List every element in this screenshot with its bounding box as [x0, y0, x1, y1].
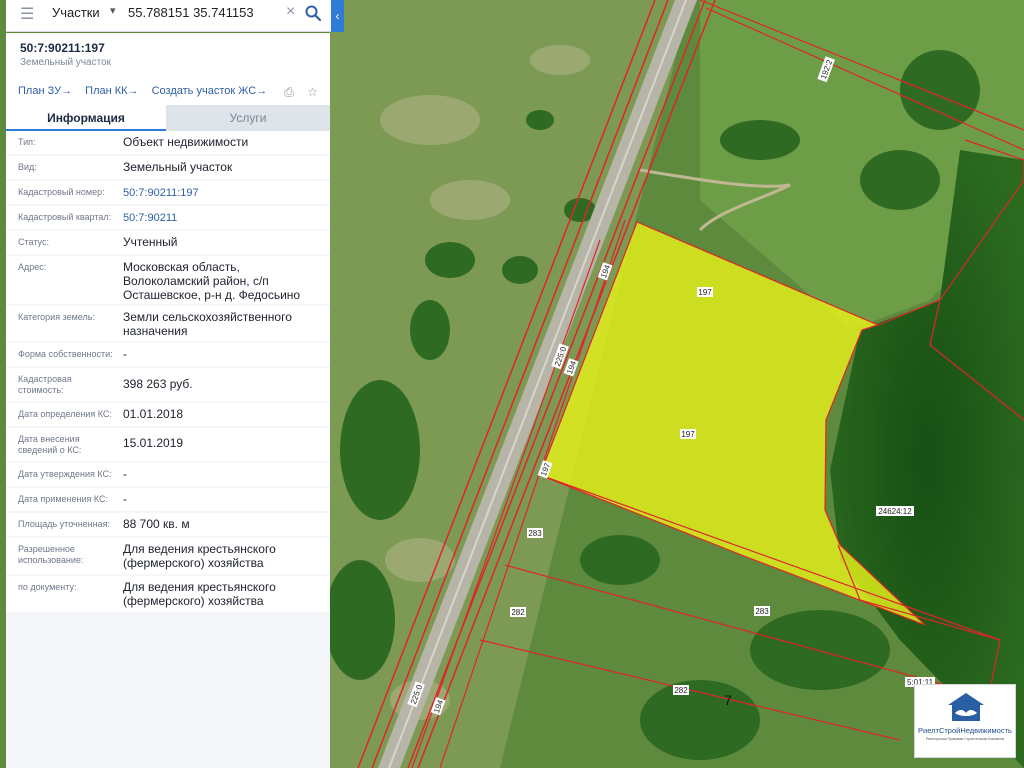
- info-row-date-determined: Дата определения КС: 01.01.2018: [6, 403, 330, 426]
- row-label: Тип:: [18, 137, 36, 147]
- search-bar: ☰ Участки ▾ ×: [6, 0, 342, 32]
- row-label: по документу:: [18, 582, 77, 592]
- star-icon[interactable]: ☆: [307, 85, 318, 99]
- row-value: 398 263 руб.: [123, 377, 193, 391]
- row-value: -: [123, 467, 127, 481]
- row-value: Земельный участок: [123, 160, 233, 174]
- row-label: Вид:: [18, 162, 37, 172]
- tab-info[interactable]: Информация: [6, 105, 166, 131]
- header-icons: ⎙ ☆: [274, 85, 318, 100]
- hamburger-icon[interactable]: ☰: [20, 5, 34, 25]
- info-row-address: Адрес: Московская область, Волоколамский…: [6, 256, 330, 304]
- row-value: Учтенный: [123, 235, 178, 249]
- block-number: 7: [724, 692, 732, 708]
- object-type-subtitle: Земельный участок: [20, 57, 112, 68]
- info-row-type: Тип: Объект недвижимости: [6, 131, 330, 154]
- row-label: Дата внесения сведений о КС:: [18, 434, 82, 455]
- info-row-status: Статус: Учтенный: [6, 231, 330, 254]
- link-plan-zu[interactable]: План ЗУ→: [18, 85, 72, 97]
- logo-name: РиелтСтройНедвижимость: [918, 726, 1012, 735]
- info-row-area: Площадь уточненная: 88 700 кв. м: [6, 513, 330, 536]
- parcel-label: 24624:12: [878, 507, 912, 516]
- chevron-left-icon[interactable]: ‹: [331, 0, 344, 32]
- logo-tagline: Риелторская Правовая Строительная Компан…: [925, 737, 1005, 741]
- parcel-label: 283: [528, 529, 542, 538]
- row-label: Дата утверждения КС:: [18, 469, 112, 479]
- info-row-permitted-use: Разрешенное использование: Для ведения к…: [6, 538, 330, 574]
- row-label: Кадастровый квартал:: [18, 212, 112, 222]
- row-label: Разрешенное использование:: [18, 544, 84, 565]
- layer-select[interactable]: Участки: [52, 5, 100, 21]
- row-value: Объект недвижимости: [123, 135, 249, 149]
- row-value: -: [123, 492, 127, 506]
- row-value: Земли сельскохозяйственного назначения: [123, 310, 292, 338]
- link-create-parcel[interactable]: Создать участок ЖС→: [152, 85, 268, 97]
- info-row-kind: Вид: Земельный участок: [6, 156, 330, 179]
- parcel-label: 282: [511, 608, 525, 617]
- row-value: Для ведения крестьянского (фермерского) …: [123, 580, 276, 608]
- panel-header: 50:7:90211:197 Земельный участок План ЗУ…: [6, 33, 330, 105]
- row-value: Для ведения крестьянского (фермерского) …: [123, 542, 276, 570]
- cad-number-link[interactable]: 50:7:90211:197: [123, 186, 323, 200]
- info-table: Тип: Объект недвижимости Вид: Земельный …: [6, 131, 330, 612]
- row-label: Кадастровый номер:: [18, 187, 105, 197]
- cadastral-number-title: 50:7:90211:197: [20, 41, 105, 55]
- info-row-cad-quarter: Кадастровый квартал: 50:7:90211: [6, 206, 330, 229]
- parcel-label: 282: [674, 686, 688, 695]
- link-plan-kk[interactable]: План КК→: [85, 85, 138, 97]
- row-value: Московская область, Волоколамский район,…: [123, 260, 301, 302]
- action-links: План ЗУ→ План КК→ Создать участок ЖС→: [18, 85, 277, 97]
- row-value: 15.01.2019: [123, 436, 184, 450]
- info-row-date-entered: Дата внесения сведений о КС: 15.01.2019: [6, 428, 330, 461]
- info-row-date-approved: Дата утверждения КС: -: [6, 463, 330, 486]
- tab-bar: Информация Услуги: [6, 105, 330, 131]
- row-label: Дата определения КС:: [18, 409, 112, 419]
- info-row-date-applied: Дата применения КС: -: [6, 488, 330, 511]
- row-label: Форма собственности:: [18, 349, 113, 359]
- house-handshake-icon: [948, 693, 984, 721]
- info-row-cad-number: Кадастровый номер: 50:7:90211:197: [6, 181, 330, 204]
- info-row-land-category: Категория земель: Земли сельскохозяйстве…: [6, 306, 330, 341]
- row-value: 88 700 кв. м: [123, 517, 190, 531]
- cad-quarter-link[interactable]: 50:7:90211: [123, 211, 323, 225]
- parcel-label: 197: [681, 430, 695, 439]
- row-label: Дата применения КС:: [18, 494, 109, 504]
- chevron-down-icon[interactable]: ▾: [110, 4, 116, 17]
- info-row-by-document: по документу: Для ведения крестьянского …: [6, 576, 330, 612]
- row-label: Площадь уточненная:: [18, 519, 110, 529]
- search-input[interactable]: [128, 5, 284, 20]
- print-icon[interactable]: ⎙: [284, 85, 294, 99]
- row-value: -: [123, 347, 127, 361]
- row-value: 01.01.2018: [123, 407, 184, 421]
- info-panel: 50:7:90211:197 Земельный участок План ЗУ…: [6, 33, 330, 768]
- tab-services[interactable]: Услуги: [166, 105, 330, 131]
- row-label: Статус:: [18, 237, 49, 247]
- parcel-label: 197: [698, 288, 712, 297]
- row-label: Кадастровая стоимость:: [18, 374, 72, 395]
- company-logo: РиелтСтройНедвижимость Риелторская Право…: [914, 684, 1016, 758]
- info-row-ownership: Форма собственности: -: [6, 343, 330, 366]
- close-icon[interactable]: ×: [286, 3, 295, 21]
- parcel-label: 283: [755, 607, 769, 616]
- row-label: Адрес:: [18, 262, 47, 272]
- info-row-cad-value: Кадастровая стоимость: 398 263 руб.: [6, 368, 330, 401]
- search-icon[interactable]: [304, 4, 322, 22]
- row-label: Категория земель:: [18, 312, 95, 322]
